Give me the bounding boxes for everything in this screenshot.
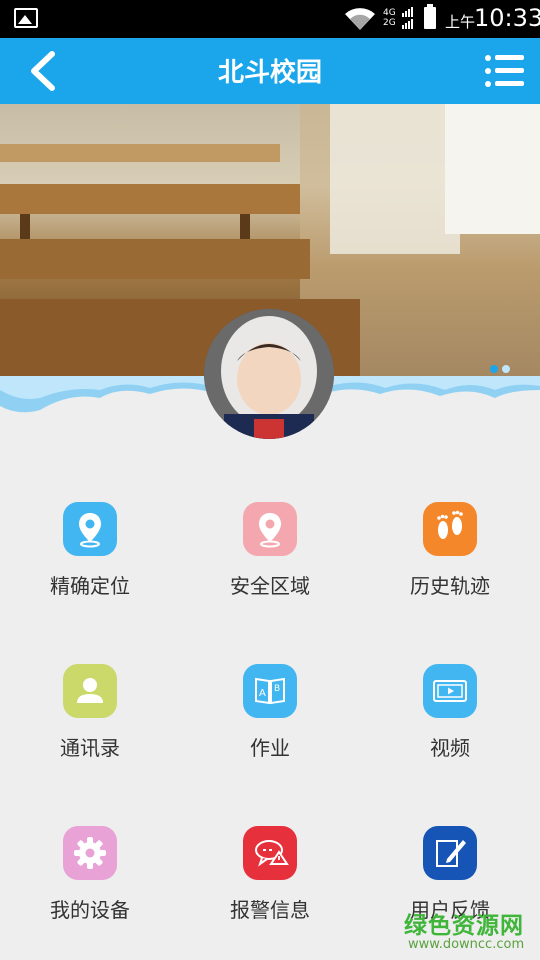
video-icon-tile [423, 664, 477, 718]
network-type: 4G 2G [383, 8, 396, 28]
wifi-icon [345, 8, 375, 30]
page-title: 北斗校园 [217, 58, 322, 88]
contacts-icon-tile [63, 664, 117, 718]
carousel-dots [490, 358, 514, 377]
watermark-title: 绿色资源网 [404, 913, 524, 939]
menu-item-precise-location[interactable]: 精确定位 [0, 480, 180, 620]
menu-item-label: 安全区域 [230, 574, 310, 598]
watermark: 绿色资源网 www.downcc.com [404, 906, 534, 954]
menu-item-homework[interactable]: A B 作业 [180, 642, 360, 782]
svg-text:A: A [259, 688, 266, 699]
video-film-icon [433, 680, 467, 702]
footprints-icon [437, 510, 463, 539]
menu-item-video[interactable]: 视频 [360, 642, 540, 782]
feedback-edit-icon [436, 840, 466, 867]
image-notification-icon [14, 8, 38, 28]
menu-item-safe-zone[interactable]: 安全区域 [180, 480, 360, 620]
menu-item-label: 历史轨迹 [410, 574, 490, 598]
status-ampm: 上午 [445, 13, 476, 31]
devices-icon-tile [63, 826, 117, 880]
menu-item-my-devices[interactable]: 我的设备 [0, 804, 180, 944]
feedback-icon-tile [423, 826, 477, 880]
signal-icon [402, 7, 413, 29]
location-icon-tile [63, 502, 117, 556]
homework-icon-tile: A B [243, 664, 297, 718]
menu-item-label: 视频 [430, 736, 470, 760]
child-photo [204, 309, 334, 439]
alarm-icon-tile [243, 826, 297, 880]
safe-zone-pin-icon [259, 513, 281, 548]
contact-person-icon [77, 678, 103, 703]
safe-zone-icon-tile [243, 502, 297, 556]
menu-item-history-track[interactable]: 历史轨迹 [360, 480, 540, 620]
app-header: 北斗校园 [0, 38, 540, 104]
history-icon-tile [423, 502, 477, 556]
child-avatar[interactable] [204, 309, 334, 439]
menu-item-alarm-info[interactable]: 报警信息 [180, 804, 360, 944]
battery-icon [424, 4, 436, 29]
alert-message-icon [255, 840, 289, 867]
location-pin-icon [79, 513, 101, 548]
menu-item-label: 报警信息 [230, 898, 310, 922]
menu-icon[interactable] [484, 52, 526, 90]
status-time: 10:33 [474, 4, 540, 32]
menu-item-label: 通讯录 [60, 736, 120, 760]
menu-item-label: 精确定位 [50, 574, 130, 598]
watermark-url: www.downcc.com [408, 937, 525, 952]
carousel-dot-active[interactable] [490, 365, 498, 373]
book-ab-icon: A B [255, 677, 285, 705]
carousel-dot[interactable] [502, 365, 510, 373]
gear-icon [74, 837, 106, 869]
svg-text:B: B [274, 684, 280, 694]
status-bar: 4G 2G 上午 10:33 [0, 0, 540, 38]
menu-item-label: 作业 [250, 736, 290, 760]
menu-item-contacts[interactable]: 通讯录 [0, 642, 180, 782]
menu-item-label: 我的设备 [50, 898, 130, 922]
